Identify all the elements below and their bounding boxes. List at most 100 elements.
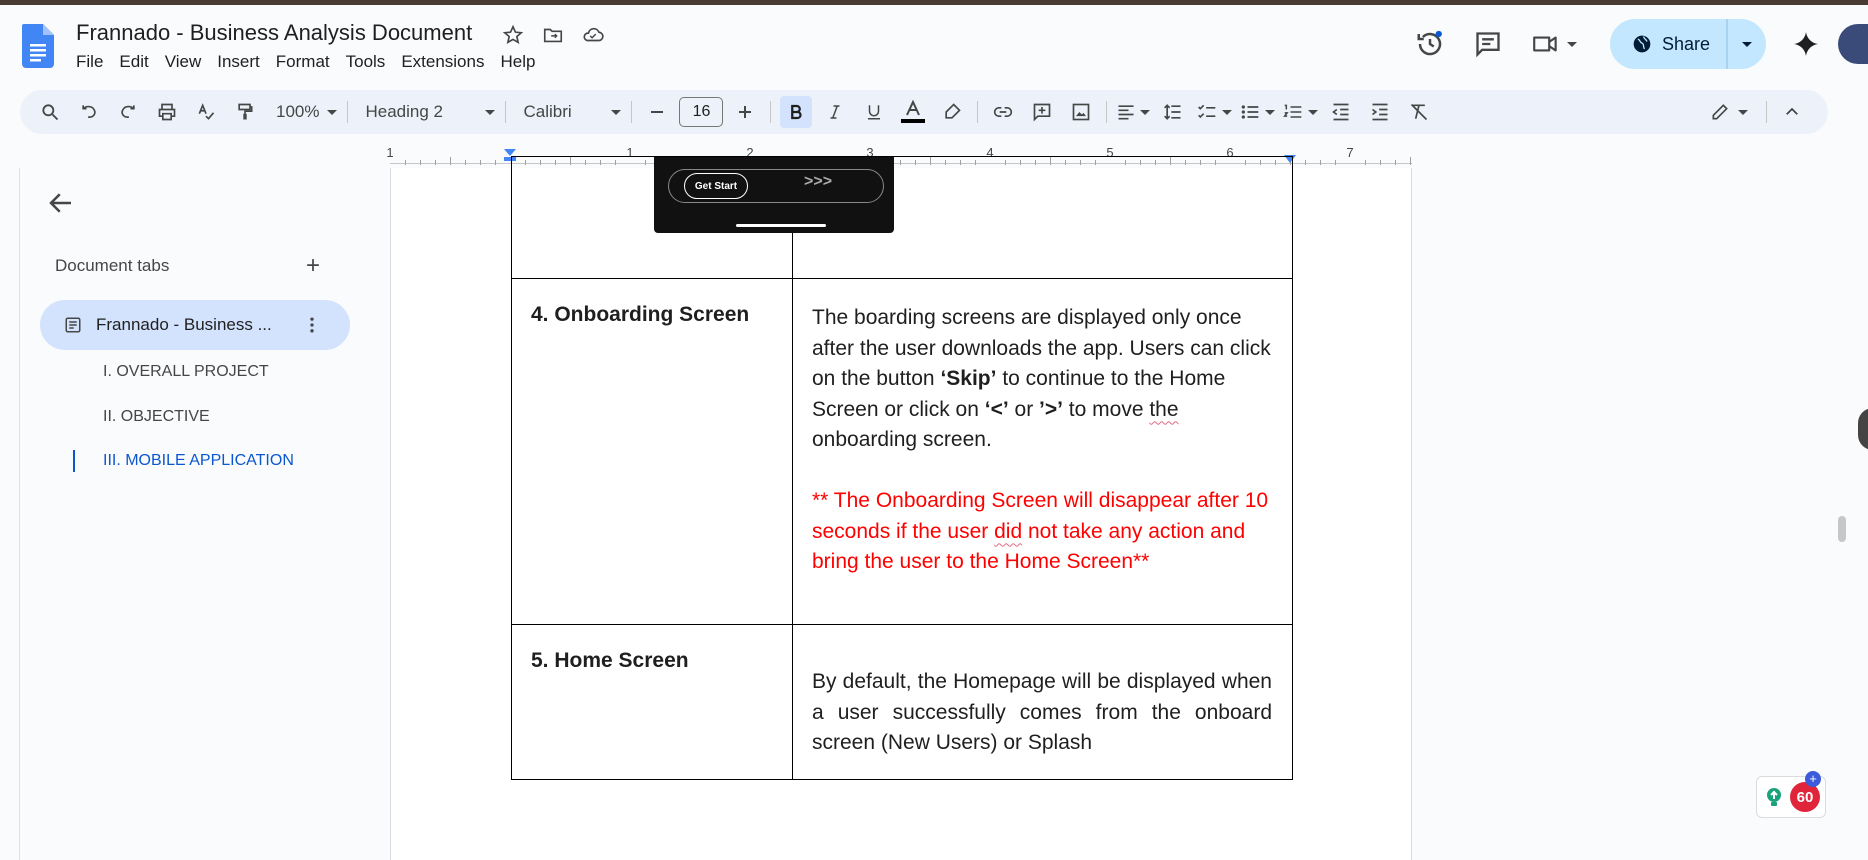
outline-item-mobile-application[interactable]: III. MOBILE APPLICATION xyxy=(103,452,294,470)
align-icon[interactable] xyxy=(1116,96,1151,128)
menu-insert[interactable]: Insert xyxy=(217,52,268,72)
spellcheck-underlined-word[interactable]: did xyxy=(994,520,1022,543)
window-top-strip xyxy=(0,0,1868,5)
share-label: Share xyxy=(1661,33,1710,54)
onboarding-note: ** The Onboarding Screen will disappear … xyxy=(812,486,1272,578)
font-select[interactable]: Calibri xyxy=(515,102,629,122)
ruler-tick xyxy=(1380,160,1381,165)
text-run: to move xyxy=(1062,397,1150,421)
redo-icon[interactable] xyxy=(112,96,144,128)
zoom-select[interactable]: 100% xyxy=(268,102,345,122)
toolbar-divider xyxy=(977,101,979,123)
formatting-toolbar: 100% Heading 2 Calibri 16 xyxy=(20,90,1828,134)
move-folder-icon[interactable] xyxy=(540,22,566,48)
ruler-tick xyxy=(405,160,406,165)
increase-font-size-icon[interactable] xyxy=(729,96,761,128)
print-icon[interactable] xyxy=(151,96,183,128)
plus-badge-icon: + xyxy=(1805,771,1821,787)
line-spacing-icon[interactable] xyxy=(1157,96,1189,128)
menu-view[interactable]: View xyxy=(165,52,210,72)
paragraph-style-select[interactable]: Heading 2 xyxy=(357,102,503,122)
content-table: Get Start >>> 4. Onboarding Screen The b… xyxy=(511,156,1293,780)
outline-item-objective[interactable]: II. OBJECTIVE xyxy=(103,408,210,426)
side-panel-handle[interactable] xyxy=(1858,408,1868,450)
menu-format[interactable]: Format xyxy=(276,52,338,72)
text-run: or xyxy=(1008,397,1040,421)
comments-icon[interactable] xyxy=(1466,22,1510,66)
decrease-indent-icon[interactable] xyxy=(1325,96,1357,128)
docs-logo-icon[interactable] xyxy=(22,24,54,68)
ruler-tick xyxy=(450,157,451,165)
menu-file[interactable]: File xyxy=(76,52,111,72)
decrease-font-size-icon[interactable] xyxy=(641,96,673,128)
chevron-down-icon xyxy=(327,109,338,115)
clear-formatting-icon[interactable] xyxy=(1403,96,1435,128)
version-history-icon[interactable] xyxy=(1408,22,1452,66)
paint-format-icon[interactable] xyxy=(229,96,261,128)
row-title-home[interactable]: 5. Home Screen xyxy=(511,624,793,780)
font-size-input[interactable]: 16 xyxy=(679,97,724,127)
editing-mode-icon[interactable] xyxy=(1701,96,1757,128)
text-color-icon[interactable] xyxy=(897,96,929,128)
document-tab-icon xyxy=(65,317,81,333)
add-comment-icon[interactable] xyxy=(1026,96,1058,128)
spellcheck-icon[interactable] xyxy=(190,96,222,128)
meet-icon[interactable] xyxy=(1524,22,1584,66)
toolbar-divider xyxy=(347,101,349,123)
ruler-tick xyxy=(420,160,421,165)
italic-icon[interactable] xyxy=(819,96,851,128)
bulleted-list-icon[interactable] xyxy=(1239,96,1276,128)
font-value: Calibri xyxy=(523,102,572,121)
cloud-saved-icon[interactable] xyxy=(580,22,606,48)
row-title-onboarding[interactable]: 4. Onboarding Screen xyxy=(511,278,793,625)
ruler-tick xyxy=(495,160,496,165)
star-icon[interactable] xyxy=(500,22,526,48)
table-row: Get Start >>> xyxy=(511,156,1293,279)
highlight-color-icon[interactable] xyxy=(936,96,968,128)
share-button[interactable]: Share xyxy=(1609,19,1766,69)
ruler-tick xyxy=(1410,157,1411,165)
text-run-bold: ’>’ xyxy=(1039,397,1063,421)
outline-item-overall-project[interactable]: I. OVERALL PROJECT xyxy=(103,363,269,381)
checklist-icon[interactable] xyxy=(1196,96,1233,128)
document-page[interactable]: Get Start >>> 4. Onboarding Screen The b… xyxy=(390,156,1412,860)
spellcheck-underlined-word[interactable]: the xyxy=(1149,398,1178,421)
ruler-tick xyxy=(435,160,436,165)
undo-icon[interactable] xyxy=(73,96,105,128)
home-description: By default, the Homepage will be display… xyxy=(812,670,1272,754)
avatar[interactable] xyxy=(1838,24,1868,64)
lightbulb-icon xyxy=(1767,788,1781,806)
increase-indent-icon[interactable] xyxy=(1364,96,1396,128)
table-cell-image[interactable]: Get Start >>> xyxy=(511,156,894,279)
gemini-sparkle-icon[interactable] xyxy=(1786,24,1826,64)
outline-active-indicator xyxy=(73,450,75,472)
sidebar-item-active-tab[interactable]: Frannado - Business ... xyxy=(40,300,350,350)
zoom-value: 100% xyxy=(276,102,320,121)
menu-tools[interactable]: Tools xyxy=(346,52,394,72)
bold-icon[interactable] xyxy=(780,96,813,128)
onboarding-description: The boarding screens are displayed only … xyxy=(812,303,1272,456)
row-desc-onboarding[interactable]: The boarding screens are displayed only … xyxy=(792,278,1293,625)
back-arrow-icon[interactable] xyxy=(46,188,76,218)
numbered-list-icon[interactable] xyxy=(1282,96,1319,128)
chevron-down-icon xyxy=(485,109,496,115)
ruler-tick xyxy=(480,160,481,165)
row-desc-home[interactable]: By default, the Homepage will be display… xyxy=(792,624,1293,780)
insert-image-icon[interactable] xyxy=(1065,96,1097,128)
splash-screenshot-image: Get Start >>> xyxy=(654,157,894,233)
menu-extensions[interactable]: Extensions xyxy=(401,52,492,72)
underline-icon[interactable] xyxy=(858,96,890,128)
share-dropdown[interactable] xyxy=(1726,19,1766,69)
extension-badge[interactable]: 60 + xyxy=(1756,771,1826,818)
add-tab-icon[interactable]: + xyxy=(306,254,320,278)
search-menus-icon[interactable] xyxy=(34,96,66,128)
document-title[interactable]: Frannado - Business Analysis Document xyxy=(76,20,472,46)
more-options-icon[interactable] xyxy=(302,315,322,335)
hide-menus-chevron-up-icon[interactable] xyxy=(1776,96,1808,128)
toolbar-divider xyxy=(770,101,772,123)
vertical-scrollbar-thumb[interactable] xyxy=(1838,516,1846,542)
menu-edit[interactable]: Edit xyxy=(119,52,156,72)
insert-link-icon[interactable] xyxy=(987,96,1019,128)
menu-help[interactable]: Help xyxy=(500,52,543,72)
ruler-tick xyxy=(1395,160,1396,165)
